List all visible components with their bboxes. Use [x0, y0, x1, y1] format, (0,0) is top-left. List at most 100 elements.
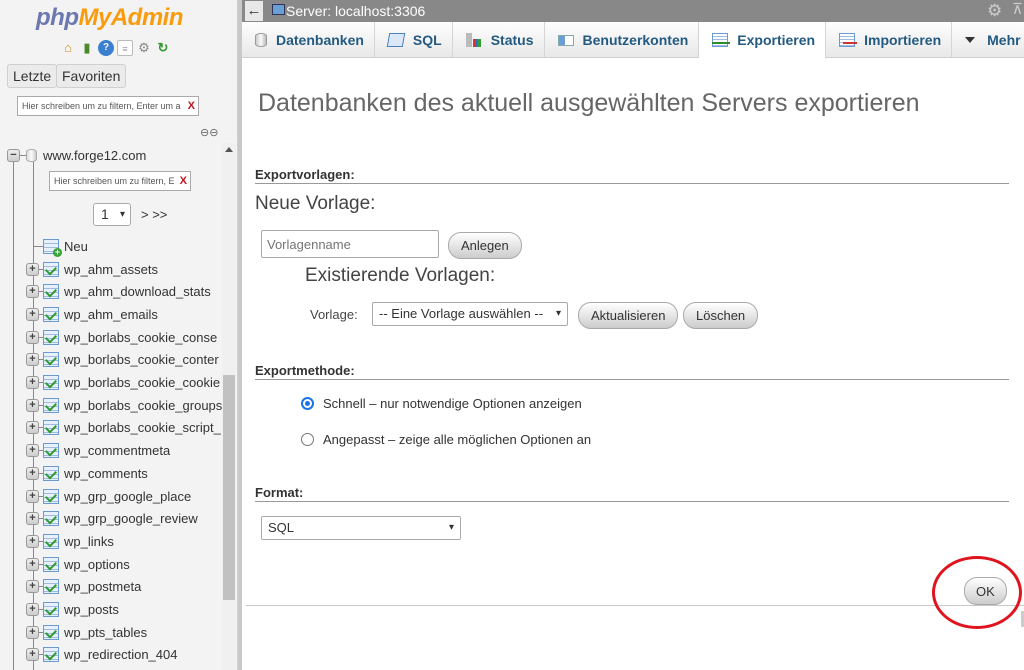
home-icon[interactable]: ⌂ — [60, 40, 76, 56]
export-method-custom-option[interactable]: Angepasst – zeige alle möglichen Optione… — [301, 432, 591, 447]
table-list-item[interactable]: + wp_posts — [26, 600, 119, 620]
expand-icon[interactable]: + — [26, 512, 39, 526]
table-structure-icon[interactable] — [43, 397, 59, 413]
table-structure-icon[interactable] — [43, 624, 59, 640]
expand-icon[interactable]: + — [26, 444, 39, 458]
scroll-up-icon[interactable] — [225, 147, 233, 152]
expand-icon[interactable]: + — [26, 421, 39, 435]
expand-icon[interactable]: + — [26, 376, 39, 389]
template-name-input[interactable] — [261, 230, 439, 258]
table-list-item[interactable]: + wp_commentmeta — [26, 441, 170, 461]
expand-icon[interactable]: + — [26, 648, 39, 662]
table-name[interactable]: wp_ahm_emails — [64, 307, 158, 322]
table-name[interactable]: wp_grp_google_review — [64, 511, 198, 526]
table-structure-icon[interactable] — [43, 602, 59, 617]
table-structure-icon[interactable] — [43, 647, 59, 663]
table-name[interactable]: wp_posts — [64, 602, 119, 617]
scrollbar-thumb[interactable] — [223, 375, 235, 600]
expand-icon[interactable]: + — [26, 330, 39, 344]
table-name[interactable]: wp_ahm_assets — [64, 262, 158, 277]
clear-filter-icon[interactable]: X — [180, 172, 187, 190]
table-list-item[interactable]: + wp_grp_google_review — [26, 509, 198, 529]
new-table-node[interactable]: Neu — [33, 236, 88, 257]
database-node[interactable]: − www.forge12.com — [7, 145, 146, 165]
table-structure-icon[interactable] — [43, 261, 59, 277]
tab-import[interactable]: Importieren — [826, 22, 953, 58]
ok-submit-button[interactable]: OK — [964, 577, 1007, 605]
table-list-item[interactable]: + wp_borlabs_cookie_conter — [26, 350, 219, 370]
expand-icon[interactable]: + — [26, 625, 39, 639]
table-list-item[interactable]: + wp_ahm_download_stats — [26, 282, 211, 302]
table-name[interactable]: wp_grp_google_place — [64, 489, 191, 504]
help-icon[interactable]: ? — [98, 40, 114, 56]
expand-icon[interactable]: + — [26, 285, 39, 299]
expand-icon[interactable]: + — [26, 398, 39, 412]
table-list-item[interactable]: + wp_comments — [26, 463, 148, 483]
back-arrow-icon[interactable]: ← — [245, 1, 263, 21]
table-structure-icon[interactable] — [43, 420, 59, 436]
table-name[interactable]: wp_comments — [64, 466, 148, 481]
table-list-item[interactable]: + wp_redirection_404 — [26, 645, 177, 665]
table-structure-icon[interactable] — [43, 284, 59, 300]
expand-icon[interactable]: + — [26, 307, 39, 321]
table-structure-icon[interactable] — [43, 533, 59, 549]
table-structure-icon[interactable] — [43, 306, 59, 322]
sidebar-scrollbar[interactable] — [222, 143, 236, 670]
table-structure-icon[interactable] — [43, 556, 59, 572]
table-name[interactable]: wp_pts_tables — [64, 625, 147, 640]
table-structure-icon[interactable] — [43, 511, 59, 527]
recent-tables-button[interactable]: Letzte — [7, 64, 58, 88]
phpmyadmin-logo[interactable]: phpMyAdmin — [36, 4, 183, 32]
export-method-quick-option[interactable]: Schnell – nur notwendige Optionen anzeig… — [301, 396, 582, 411]
clear-filter-icon[interactable]: X — [188, 97, 195, 115]
table-name[interactable]: wp_postmeta — [64, 579, 141, 594]
table-list-item[interactable]: + wp_borlabs_cookie_cookie — [26, 373, 220, 393]
table-list-item[interactable]: + wp_pts_tables — [26, 622, 147, 642]
radio-quick[interactable] — [301, 397, 314, 410]
table-list-item[interactable]: + wp_postmeta — [26, 577, 141, 597]
tab-status[interactable]: Status — [453, 22, 545, 58]
table-structure-icon[interactable] — [43, 443, 59, 459]
reload-icon[interactable]: ↻ — [155, 40, 171, 56]
database-name[interactable]: www.forge12.com — [43, 148, 146, 163]
expand-icon[interactable]: + — [26, 262, 39, 276]
link-with-main-panel-icon[interactable]: ⊖⊖ — [200, 126, 218, 139]
collapse-icon[interactable]: − — [7, 148, 20, 162]
tab-sql[interactable]: SQL — [375, 22, 453, 58]
expand-icon[interactable]: + — [26, 534, 39, 548]
table-list-item[interactable]: + wp_borlabs_cookie_groups — [26, 395, 222, 415]
expand-icon[interactable]: + — [26, 580, 39, 594]
tab-user-accounts[interactable]: Benutzerkonten — [545, 22, 700, 58]
table-structure-icon[interactable] — [43, 375, 59, 390]
table-structure-icon[interactable] — [43, 329, 59, 345]
table-structure-icon[interactable] — [43, 465, 59, 481]
expand-icon[interactable]: + — [26, 603, 39, 616]
table-list-item[interactable]: + wp_grp_google_place — [26, 486, 191, 506]
update-template-button[interactable]: Aktualisieren — [578, 302, 679, 329]
page-select[interactable]: 1 ▾ — [93, 203, 131, 226]
tab-databases[interactable]: Datenbanken — [242, 22, 375, 58]
expand-icon[interactable]: + — [26, 466, 39, 480]
page-settings-icon[interactable]: ⚙ — [987, 1, 1002, 21]
table-name[interactable]: wp_ahm_download_stats — [64, 284, 211, 299]
table-list-item[interactable]: + wp_ahm_assets — [26, 259, 158, 279]
logout-icon[interactable]: ▮ — [79, 40, 95, 56]
table-list-item[interactable]: + wp_links — [26, 531, 114, 551]
table-name[interactable]: wp_links — [64, 534, 114, 549]
table-name[interactable]: wp_borlabs_cookie_conter — [64, 352, 219, 367]
table-name[interactable]: wp_commentmeta — [64, 443, 170, 458]
table-filter-input[interactable]: Hier schreiben um zu filtern, E X — [49, 171, 191, 191]
table-name[interactable]: wp_borlabs_cookie_cookie — [64, 375, 220, 390]
expand-icon[interactable]: + — [26, 557, 39, 571]
radio-custom[interactable] — [301, 433, 314, 446]
table-structure-icon[interactable] — [43, 488, 59, 504]
template-select[interactable]: -- Eine Vorlage auswählen -- ▾ — [372, 302, 568, 326]
create-template-button[interactable]: Anlegen — [448, 232, 522, 259]
favorite-tables-button[interactable]: Favoriten — [56, 64, 127, 88]
expand-icon[interactable]: + — [26, 353, 39, 367]
table-list-item[interactable]: + wp_options — [26, 554, 130, 574]
table-list-item[interactable]: + wp_ahm_emails — [26, 304, 158, 324]
table-name[interactable]: wp_borlabs_cookie_groups — [64, 398, 222, 413]
table-name[interactable]: wp_borlabs_cookie_conse — [64, 330, 217, 345]
tab-export[interactable]: Exportieren — [699, 22, 827, 59]
